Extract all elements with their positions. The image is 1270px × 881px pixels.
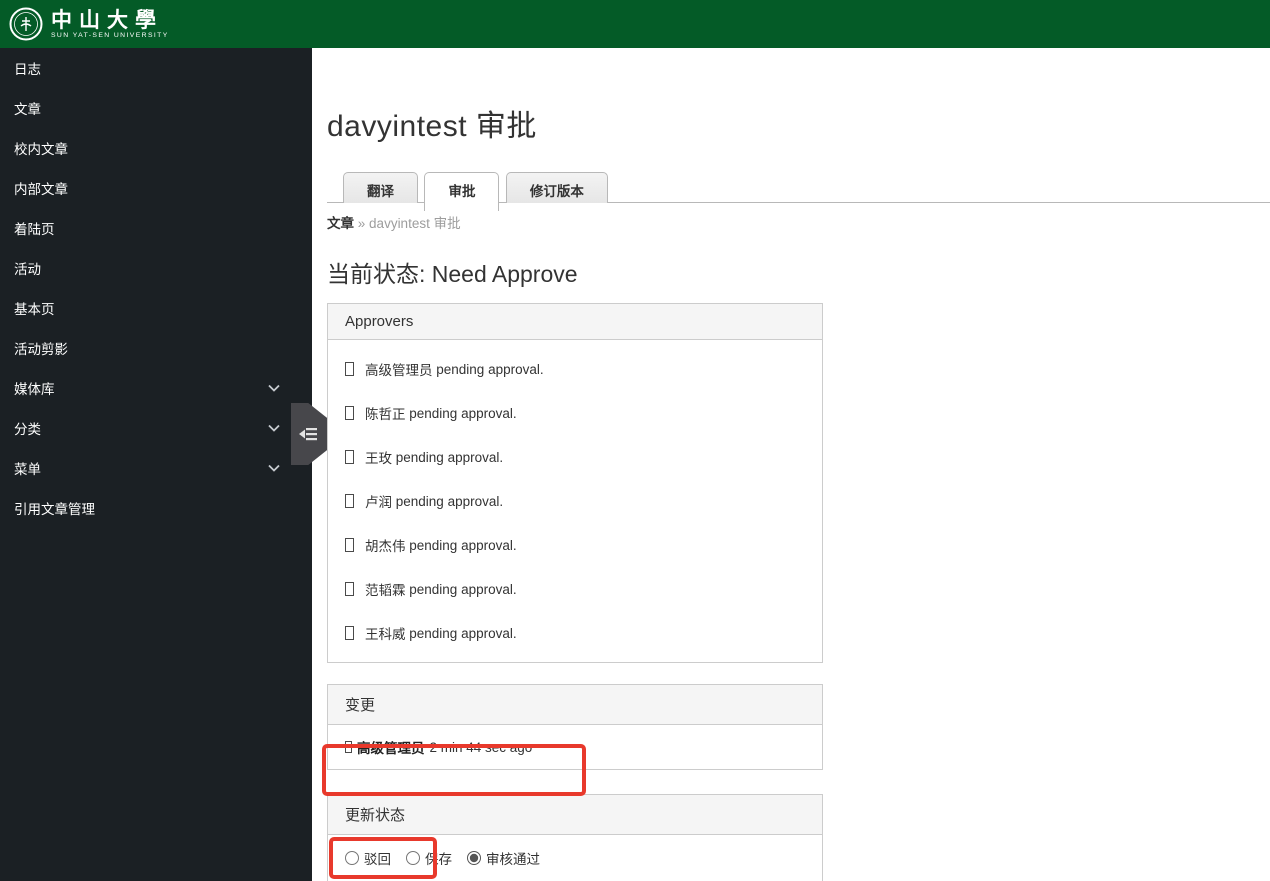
sidebar-item-basic-pages[interactable]: 基本页 xyxy=(0,288,312,328)
approver-row: 范韬霖 pending approval. xyxy=(345,567,805,611)
breadcrumb-separator: » xyxy=(357,216,366,231)
sidebar-item-label: 媒体库 xyxy=(14,382,55,397)
sidebar-item-label: 着陆页 xyxy=(14,222,55,237)
sidebar-item-label: 菜单 xyxy=(14,462,41,477)
approver-row: 卢润 pending approval. xyxy=(345,479,805,523)
user-glyph-icon xyxy=(345,582,354,596)
sidebar-nav: 日志 文章 校内文章 内部文章 着陆页 活动 基本页 活动剪影 媒体库 分类 菜… xyxy=(0,48,312,881)
radio-save[interactable] xyxy=(406,851,420,865)
approvers-panel: Approvers 高级管理员 pending approval. 陈哲正 pe… xyxy=(327,303,823,663)
university-logo[interactable]: 中山大學 SUN YAT-SEN UNIVERSITY xyxy=(9,7,169,41)
approver-status: pending approval. xyxy=(409,405,517,421)
radio-label: 驳回 xyxy=(364,852,391,867)
update-status-title: 更新状态 xyxy=(328,795,822,835)
sidebar-item-media-library[interactable]: 媒体库 xyxy=(0,368,312,408)
change-user-link[interactable]: 高级管理员 xyxy=(357,737,425,757)
sidebar-item-label: 文章 xyxy=(14,102,41,117)
university-name-cn: 中山大學 xyxy=(51,8,163,32)
sidebar-menu: 日志 文章 校内文章 内部文章 着陆页 活动 基本页 活动剪影 媒体库 分类 菜… xyxy=(0,48,312,528)
approver-name: 卢润 xyxy=(365,495,392,510)
status-radio-group: 驳回 保存 审核通过 xyxy=(328,835,822,881)
approver-status: pending approval. xyxy=(409,625,517,641)
user-glyph-icon xyxy=(345,538,354,552)
user-glyph-icon xyxy=(345,494,354,508)
radio-label: 保存 xyxy=(425,852,452,867)
tab-translate[interactable]: 翻译 xyxy=(343,172,418,203)
approver-name: 陈哲正 xyxy=(365,407,406,422)
sidebar-item-events[interactable]: 活动 xyxy=(0,248,312,288)
logo-text: 中山大學 SUN YAT-SEN UNIVERSITY xyxy=(51,9,169,39)
approver-status: pending approval. xyxy=(409,537,517,553)
approver-status: pending approval. xyxy=(395,449,504,465)
breadcrumb-link-articles[interactable]: 文章 xyxy=(327,216,354,231)
chevron-down-icon xyxy=(266,420,282,436)
approver-row: 高级管理员 pending approval. xyxy=(345,347,805,391)
sidebar-item-menus[interactable]: 菜单 xyxy=(0,448,312,488)
approver-row: 王玫 pending approval. xyxy=(345,435,805,479)
sidebar-item-logs[interactable]: 日志 xyxy=(0,48,312,88)
sidebar-item-internal-articles[interactable]: 内部文章 xyxy=(0,168,312,208)
approver-status: pending approval. xyxy=(395,493,504,509)
approver-name: 范韬霖 xyxy=(365,583,406,598)
change-entry: 高级管理员 2 min 44 sec ago xyxy=(328,725,822,769)
radio-option-approve[interactable]: 审核通过 xyxy=(467,848,540,868)
radio-option-reject[interactable]: 驳回 xyxy=(345,848,391,868)
sidebar-item-taxonomy[interactable]: 分类 xyxy=(0,408,312,448)
sidebar-item-label: 引用文章管理 xyxy=(14,502,95,517)
changes-panel: 变更 高级管理员 2 min 44 sec ago xyxy=(327,684,823,770)
sidebar-item-label: 校内文章 xyxy=(14,142,68,157)
chevron-down-icon xyxy=(266,380,282,396)
sidebar-item-articles[interactable]: 文章 xyxy=(0,88,312,128)
breadcrumb: 文章 » davyintest 审批 xyxy=(327,212,1270,232)
approver-name: 王玫 xyxy=(365,451,392,466)
tab-revisions[interactable]: 修订版本 xyxy=(505,172,608,203)
primary-tabs: 翻译 审批 修订版本 xyxy=(327,172,1270,211)
sidebar-item-label: 内部文章 xyxy=(14,182,68,197)
update-status-panel: 更新状态 驳回 保存 审核通过 xyxy=(327,794,823,881)
collapse-tray-icon xyxy=(299,428,317,441)
changes-panel-title: 变更 xyxy=(328,685,822,725)
radio-approve[interactable] xyxy=(467,851,481,865)
approver-status: pending approval. xyxy=(436,361,544,377)
sidebar-item-label: 分类 xyxy=(14,422,41,437)
user-glyph-icon xyxy=(345,406,354,420)
main-content: davyintest 审批 翻译 审批 修订版本 文章 » davyintest… xyxy=(312,48,1270,881)
university-emblem-icon xyxy=(9,7,43,41)
breadcrumb-current: davyintest 审批 xyxy=(369,216,461,231)
approvers-list: 高级管理员 pending approval. 陈哲正 pending appr… xyxy=(328,340,822,662)
sidebar-item-campus-articles[interactable]: 校内文章 xyxy=(0,128,312,168)
approver-row: 陈哲正 pending approval. xyxy=(345,391,805,435)
top-header-bar: 中山大學 SUN YAT-SEN UNIVERSITY xyxy=(0,0,1270,48)
sidebar-item-label: 活动剪影 xyxy=(14,342,68,357)
radio-label: 审核通过 xyxy=(486,852,540,867)
radio-reject[interactable] xyxy=(345,851,359,865)
user-glyph-icon xyxy=(345,626,354,640)
user-glyph-icon xyxy=(345,450,354,464)
approver-row: 胡杰伟 pending approval. xyxy=(345,523,805,567)
current-status-heading: 当前状态: Need Approve xyxy=(327,261,578,287)
sidebar-item-landing-pages[interactable]: 着陆页 xyxy=(0,208,312,248)
chevron-down-icon xyxy=(266,460,282,476)
approvers-panel-title: Approvers xyxy=(328,304,822,340)
sidebar-item-label: 活动 xyxy=(14,262,41,277)
app-window: 中山大學 SUN YAT-SEN UNIVERSITY 日志 文章 校内文章 内… xyxy=(0,0,1270,881)
tab-approval[interactable]: 审批 xyxy=(424,172,500,211)
change-time: 2 min 44 sec ago xyxy=(429,739,533,755)
user-glyph-icon xyxy=(345,362,354,376)
approver-row: 王科威 pending approval. xyxy=(345,611,805,655)
sidebar-item-label: 基本页 xyxy=(14,302,55,317)
approver-name: 胡杰伟 xyxy=(365,539,406,554)
sidebar-item-label: 日志 xyxy=(14,62,41,77)
approver-status: pending approval. xyxy=(409,581,517,597)
approver-name: 高级管理员 xyxy=(365,363,433,378)
page-title: davyintest 审批 xyxy=(327,110,537,143)
sidebar-item-referenced-article-mgmt[interactable]: 引用文章管理 xyxy=(0,488,312,528)
university-name-en: SUN YAT-SEN UNIVERSITY xyxy=(51,32,169,39)
approver-name: 王科威 xyxy=(365,627,406,642)
sidebar-item-event-clips[interactable]: 活动剪影 xyxy=(0,328,312,368)
radio-option-save[interactable]: 保存 xyxy=(406,848,452,868)
user-glyph-icon xyxy=(345,741,352,753)
